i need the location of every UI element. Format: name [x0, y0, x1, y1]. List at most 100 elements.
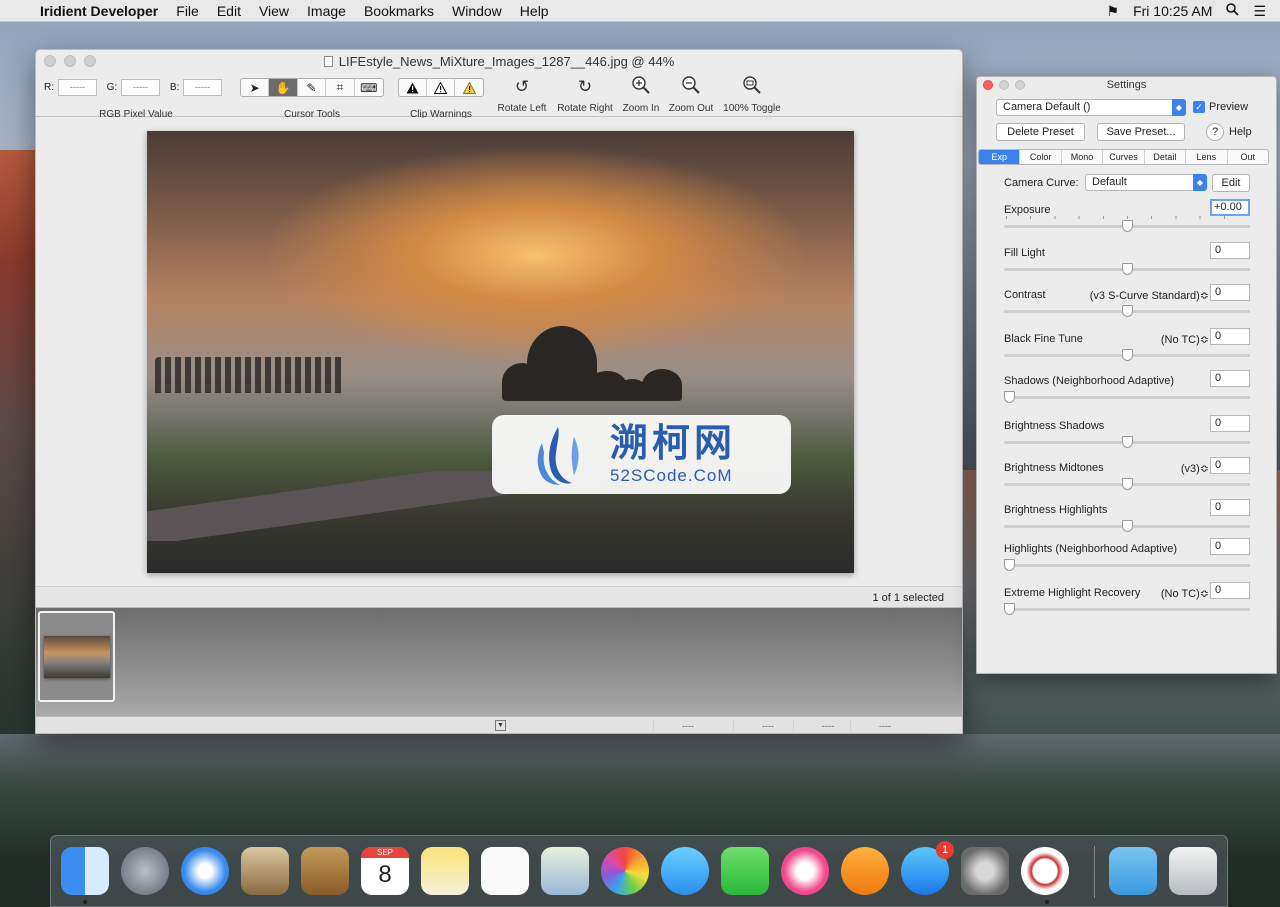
safari-icon[interactable]	[181, 847, 229, 895]
rotate-left-button[interactable]: ↺ Rotate Left	[495, 75, 549, 114]
highlights-label: Highlights (Neighborhood Adaptive)	[1004, 543, 1178, 555]
menu-image[interactable]: Image	[307, 3, 346, 19]
finder-icon[interactable]	[61, 847, 109, 895]
spotlight-search-icon[interactable]	[1226, 3, 1240, 19]
minimize-window-button[interactable]	[64, 55, 76, 67]
photos-icon[interactable]	[601, 847, 649, 895]
menu-bookmarks[interactable]: Bookmarks	[364, 3, 434, 19]
menu-help[interactable]: Help	[520, 3, 549, 19]
filmstrip-toggle-icon[interactable]: ▼	[495, 720, 506, 731]
hand-tool-icon[interactable]: ✋	[269, 79, 298, 96]
camera-curve-value: Default	[1092, 176, 1127, 188]
clip-warning-color-icon[interactable]	[455, 79, 483, 96]
save-preset-button[interactable]: Save Preset...	[1097, 123, 1185, 141]
launchpad-icon[interactable]	[121, 847, 169, 895]
toggle-100-button[interactable]: 100% Toggle	[720, 75, 784, 114]
messages-icon[interactable]	[661, 847, 709, 895]
brightness-shadows-slider-knob[interactable]	[1122, 436, 1133, 448]
image-viewer[interactable]: 溯柯网 52SCode.CoM	[36, 118, 962, 586]
shadows-slider-track[interactable]	[1004, 396, 1250, 399]
zoom-out-button[interactable]: Zoom Out	[667, 75, 715, 114]
iridient-developer-icon[interactable]	[1021, 847, 1069, 895]
extreme-highlight-recovery-slider-knob[interactable]	[1004, 603, 1015, 615]
downloads-folder-icon[interactable]	[1109, 847, 1157, 895]
brightness-shadows-value-field[interactable]: 0	[1210, 415, 1250, 432]
brightness-midtones-mode-popup[interactable]: (v3)≎	[1181, 462, 1209, 475]
settings-minimize-button[interactable]	[999, 80, 1009, 90]
contrast-mode-popup[interactable]: (v3 S-Curve Standard)≎	[1090, 289, 1209, 302]
fill-light-value-field[interactable]: 0	[1210, 242, 1250, 259]
highlights-value-field[interactable]: 0	[1210, 538, 1250, 555]
itunes-icon[interactable]	[781, 847, 829, 895]
delete-preset-button[interactable]: Delete Preset	[996, 123, 1085, 141]
settings-close-button[interactable]	[983, 80, 993, 90]
settings-zoom-button[interactable]	[1015, 80, 1025, 90]
tab-out[interactable]: Out	[1228, 150, 1268, 164]
clip-warning-black-icon[interactable]	[399, 79, 428, 96]
fill-light-slider-knob[interactable]	[1122, 263, 1133, 275]
brightness-midtones-slider-knob[interactable]	[1122, 478, 1133, 490]
preset-popup[interactable]: Camera Default () ◆	[996, 99, 1186, 116]
menu-window[interactable]: Window	[452, 3, 502, 19]
black-fine-tune-slider-knob[interactable]	[1122, 349, 1133, 361]
tab-curves[interactable]: Curves	[1103, 150, 1145, 164]
shadows-slider-knob[interactable]	[1004, 391, 1015, 403]
calendar-icon[interactable]: SEP 8	[361, 847, 409, 895]
notes-icon[interactable]	[421, 847, 469, 895]
eyedropper-tool-icon[interactable]: ✎	[298, 79, 327, 96]
extreme-highlight-recovery-mode-popup[interactable]: (No TC)≎	[1161, 587, 1209, 600]
shadows-value-field[interactable]: 0	[1210, 370, 1250, 387]
contrast-slider-knob[interactable]	[1122, 305, 1133, 317]
status-menu-icon[interactable]: ⚑	[1107, 3, 1120, 20]
menu-file[interactable]: File	[176, 3, 199, 19]
tab-detail[interactable]: Detail	[1145, 150, 1187, 164]
extreme-highlight-recovery-value-field[interactable]: 0	[1210, 582, 1250, 599]
preview-checkbox[interactable]: ✓ Preview	[1193, 101, 1248, 113]
clip-warning-white-icon[interactable]	[427, 79, 456, 96]
contrast-value-field[interactable]: 0	[1210, 284, 1250, 301]
facetime-icon[interactable]	[721, 847, 769, 895]
tab-mono[interactable]: Mono	[1062, 150, 1104, 164]
brightness-highlights-value-field[interactable]: 0	[1210, 499, 1250, 516]
zoom-in-button[interactable]: Zoom In	[620, 75, 662, 114]
extreme-highlight-recovery-slider-track[interactable]	[1004, 608, 1250, 611]
tab-color[interactable]: Color	[1020, 150, 1062, 164]
highlights-slider-knob[interactable]	[1004, 559, 1015, 571]
menu-view[interactable]: View	[259, 3, 289, 19]
menu-app-name[interactable]: Iridient Developer	[40, 3, 158, 19]
highlights-slider-track[interactable]	[1004, 564, 1250, 567]
help-icon[interactable]: ?	[1206, 123, 1224, 141]
tab-lens[interactable]: Lens	[1186, 150, 1228, 164]
exposure-slider-knob[interactable]	[1122, 220, 1133, 232]
ibooks-icon[interactable]	[841, 847, 889, 895]
rotate-right-button[interactable]: ↻ Rotate Right	[554, 75, 616, 114]
help-label[interactable]: Help	[1229, 126, 1252, 138]
black-fine-tune-value-field[interactable]: 0	[1210, 328, 1250, 345]
trash-icon[interactable]	[1169, 847, 1217, 895]
maps-icon[interactable]	[541, 847, 589, 895]
arrow-cursor-tool-icon[interactable]: ➤	[241, 79, 270, 96]
zoom-window-button[interactable]	[84, 55, 96, 67]
camera-curve-edit-button[interactable]: Edit	[1212, 174, 1250, 192]
filmstrip[interactable]	[36, 608, 962, 716]
crop-tool-icon[interactable]: ⌗	[326, 79, 355, 96]
brightness-midtones-value-field[interactable]: 0	[1210, 457, 1250, 474]
mail-icon[interactable]	[241, 847, 289, 895]
main-photo[interactable]: 溯柯网 52SCode.CoM	[147, 131, 854, 573]
brightness-highlights-slider-knob[interactable]	[1122, 520, 1133, 532]
menu-edit[interactable]: Edit	[217, 3, 241, 19]
menubar-clock[interactable]: Fri 10:25 AM	[1133, 3, 1212, 19]
contacts-icon[interactable]	[301, 847, 349, 895]
system-preferences-icon[interactable]	[961, 847, 1009, 895]
black-fine-tune-mode-popup[interactable]: (No TC)≎	[1161, 333, 1209, 346]
clip-warnings-group: Clip Warnings	[398, 75, 484, 120]
camera-curve-popup[interactable]: Default ◆	[1085, 174, 1207, 191]
notification-center-icon[interactable]: ☰	[1253, 3, 1266, 20]
close-window-button[interactable]	[44, 55, 56, 67]
tab-exp[interactable]: Exp	[979, 150, 1021, 164]
keyboard-tool-icon[interactable]: ⌨	[355, 79, 383, 96]
exposure-row: Exposure +0.00	[977, 199, 1276, 246]
filmstrip-thumbnail[interactable]	[38, 611, 115, 702]
exposure-value-field[interactable]: +0.00	[1210, 199, 1250, 216]
reminders-icon[interactable]	[481, 847, 529, 895]
